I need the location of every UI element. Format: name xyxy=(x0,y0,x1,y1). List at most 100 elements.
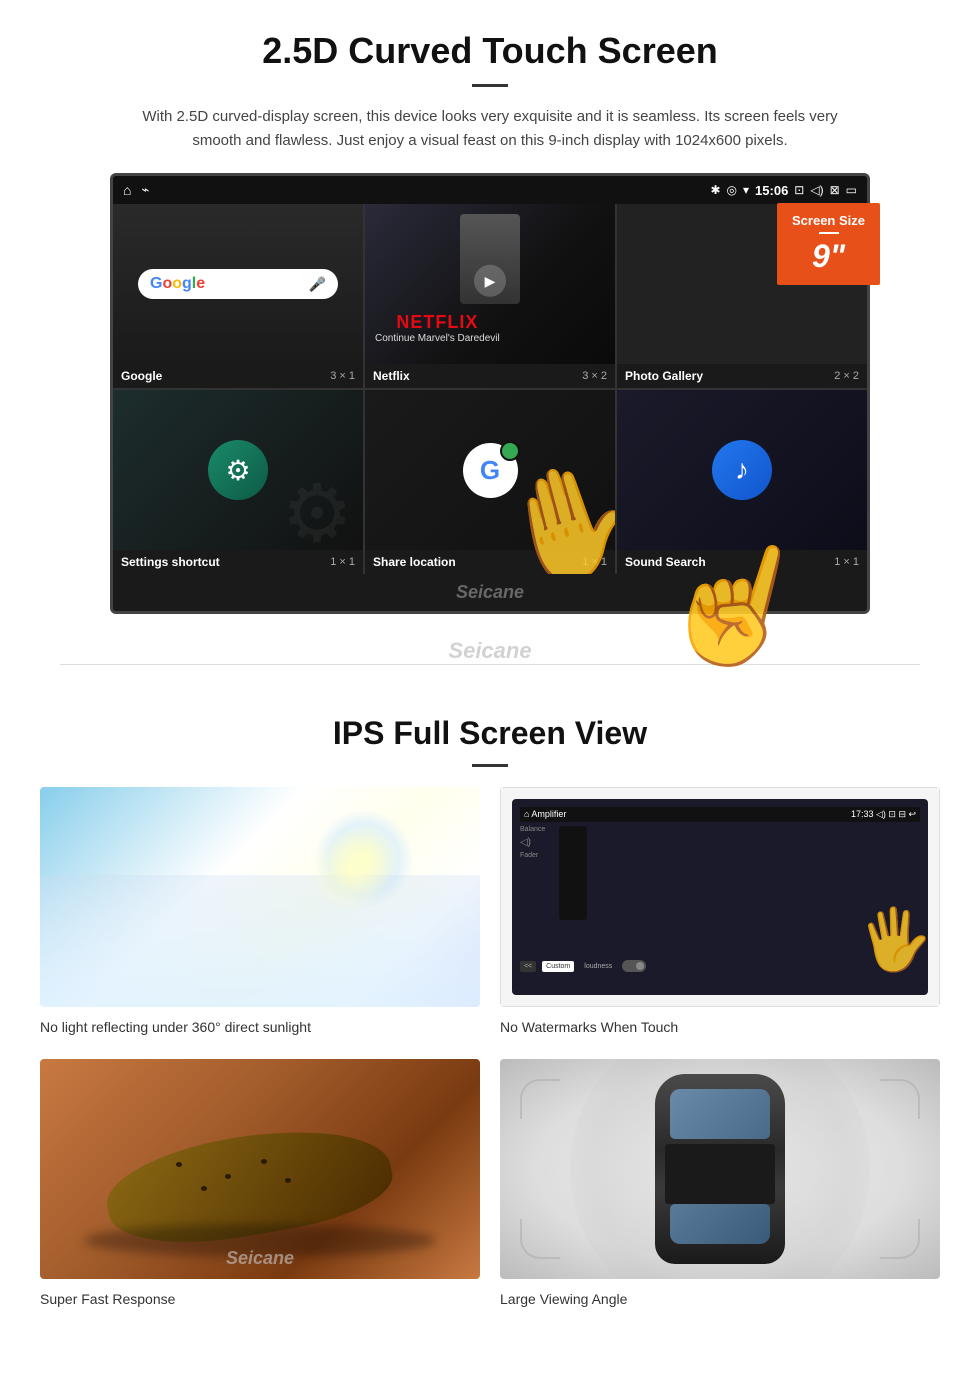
sky-lower xyxy=(40,875,480,1007)
google-logo: Google xyxy=(150,275,205,293)
section-curved-touch: 2.5D Curved Touch Screen With 2.5D curve… xyxy=(0,0,980,634)
sunlight-image xyxy=(40,787,480,1007)
amplifier-visual: ⌂ Amplifier 17:33 ◁) ⊡ ⊟ ↩ Balance ◁) Fa… xyxy=(500,787,940,1007)
netflix-cell-inner: ▶ NETFLIX Continue Marvel's Daredevil xyxy=(365,204,615,364)
status-left: ⌂ ⌁ xyxy=(123,182,149,198)
device-screen: ⌂ ⌁ ✱ ◎ ▾ 15:06 ⊡ ◁) ⊠ ▭ xyxy=(110,173,870,614)
amp-volume-icon: ◁) xyxy=(520,837,555,848)
angle-bl xyxy=(520,1219,560,1259)
settings-bg-gear: ⚙ xyxy=(281,467,353,560)
screen-size-badge: Screen Size 9" xyxy=(777,203,880,285)
angle-tr xyxy=(880,1079,920,1119)
sound-cell-inner: ♪ xyxy=(617,390,867,550)
amp-sidebar: Balance ◁) Fader xyxy=(520,826,555,956)
google-cell-inner: Google 🎤 xyxy=(113,204,363,364)
photo-label: Photo Gallery xyxy=(625,369,703,383)
angle-br xyxy=(880,1219,920,1259)
car-visual xyxy=(500,1059,940,1279)
car-body xyxy=(655,1074,785,1264)
amp-time: 17:33 ◁) ⊡ ⊟ ↩ xyxy=(851,809,916,820)
netflix-logo-area: NETFLIX Continue Marvel's Daredevil xyxy=(375,312,500,344)
sunlight-visual xyxy=(40,787,480,1007)
location-icon: ◎ xyxy=(727,183,737,197)
netflix-logo: NETFLIX xyxy=(375,312,500,333)
mic-icon: 🎤 xyxy=(309,276,326,293)
netflix-label-row: Netflix 3 × 2 xyxy=(365,364,615,388)
amp-bars xyxy=(565,904,581,914)
amplifier-image: ⌂ Amplifier 17:33 ◁) ⊡ ⊟ ↩ Balance ◁) Fa… xyxy=(500,787,940,1007)
amplifier-caption: No Watermarks When Touch xyxy=(500,1015,940,1039)
netflix-subtitle: Continue Marvel's Daredevil xyxy=(375,333,500,344)
sound-grid: 1 × 1 xyxy=(834,556,859,568)
app-grid: Google 🎤 Google 3 × 1 ▶ xyxy=(113,204,867,574)
image-card-cheetah: Seicane Super Fast Response xyxy=(40,1059,480,1311)
status-time: 15:06 xyxy=(755,183,788,198)
image-card-sunlight: No light reflecting under 360° direct su… xyxy=(40,787,480,1039)
seicane-watermark-main: Seicane xyxy=(448,638,531,664)
car-trunk xyxy=(670,1204,770,1244)
status-right: ✱ ◎ ▾ 15:06 ⊡ ◁) ⊠ ▭ xyxy=(710,183,857,198)
amp-screen: ⌂ Amplifier 17:33 ◁) ⊡ ⊟ ↩ Balance ◁) Fa… xyxy=(512,799,928,995)
app-cell-share[interactable]: G 🤚 Share location 1 × 1 xyxy=(365,390,615,574)
netflix-play-button[interactable]: ▶ xyxy=(474,265,506,297)
angle-tl xyxy=(520,1079,560,1119)
screen-bottom: Seicane xyxy=(113,574,867,611)
netflix-grid: 3 × 2 xyxy=(582,370,607,382)
bluetooth-icon: ✱ xyxy=(710,183,720,197)
amp-fader-label: Fader xyxy=(520,852,555,859)
section1-title: 2.5D Curved Touch Screen xyxy=(60,30,920,72)
section-ips: IPS Full Screen View No light reflecting… xyxy=(0,695,980,1341)
section1-description: With 2.5D curved-display screen, this de… xyxy=(140,105,840,153)
section-divider xyxy=(60,664,920,665)
usb-icon: ⌁ xyxy=(141,182,149,198)
image-card-car: Large Viewing Angle xyxy=(500,1059,940,1311)
sunlight-caption: No light reflecting under 360° direct su… xyxy=(40,1015,480,1039)
badge-divider xyxy=(819,232,839,234)
app-cell-google[interactable]: Google 🎤 Google 3 × 1 xyxy=(113,204,363,388)
app-cell-netflix[interactable]: ▶ NETFLIX Continue Marvel's Daredevil Ne… xyxy=(365,204,615,388)
volume-icon: ◁) xyxy=(810,183,823,197)
sound-search-icon: ♪ xyxy=(712,440,772,500)
window-icon: ▭ xyxy=(846,183,857,197)
share-location-icon: G xyxy=(463,443,518,498)
cheetah-image: Seicane xyxy=(40,1059,480,1279)
amp-balance-label: Balance xyxy=(520,826,555,833)
netflix-label: Netflix xyxy=(373,369,410,383)
spot-5 xyxy=(285,1178,291,1183)
car-caption: Large Viewing Angle xyxy=(500,1287,940,1311)
amp-loudness-label: loudness xyxy=(580,961,616,972)
car-top-view xyxy=(655,1074,785,1264)
amp-loudness-toggle[interactable] xyxy=(622,960,646,972)
section2-underline xyxy=(472,764,508,767)
spot-2 xyxy=(225,1174,231,1179)
settings-icon: ⚙ xyxy=(208,440,268,500)
amp-header: ⌂ Amplifier 17:33 ◁) ⊡ ⊟ ↩ xyxy=(520,807,920,822)
car-windshield xyxy=(670,1089,770,1139)
close-icon: ⊠ xyxy=(830,183,840,197)
device-mockup: Screen Size 9" ⌂ ⌁ ✱ ◎ ▾ 15:06 ⊡ ◁) ⊠ xyxy=(110,173,870,614)
app-cell-settings[interactable]: ⚙ ⚙ Settings shortcut 1 × 1 xyxy=(113,390,363,574)
sound-label-row: Sound Search 1 × 1 xyxy=(617,550,867,574)
amp-eq xyxy=(559,826,587,920)
share-cell-inner: G xyxy=(365,390,615,550)
amp-custom-btn[interactable]: Custom xyxy=(542,961,574,972)
app-cell-sound[interactable]: ♪ Sound Search 1 × 1 xyxy=(617,390,867,574)
share-label-row: Share location 1 × 1 xyxy=(365,550,615,574)
share-label: Share location xyxy=(373,555,456,569)
spot-3 xyxy=(261,1159,267,1164)
car-image xyxy=(500,1059,940,1279)
image-grid: No light reflecting under 360° direct su… xyxy=(40,787,940,1311)
amp-hand-icon: 🖐 xyxy=(855,901,928,978)
share-grid: 1 × 1 xyxy=(582,556,607,568)
camera-icon: ⊡ xyxy=(794,183,804,197)
sound-label: Sound Search xyxy=(625,555,706,569)
seicane-watermark-screen: Seicane xyxy=(456,582,524,602)
google-search-bar[interactable]: Google 🎤 xyxy=(138,269,338,299)
photo-grid: 2 × 2 xyxy=(834,370,859,382)
google-grid: 3 × 1 xyxy=(330,370,355,382)
amp-prev-btn[interactable]: << xyxy=(520,961,536,972)
cheetah-spots xyxy=(128,1147,370,1224)
wifi-icon: ▾ xyxy=(743,183,749,197)
home-icon: ⌂ xyxy=(123,182,131,198)
cheetah-visual: Seicane xyxy=(40,1059,480,1279)
